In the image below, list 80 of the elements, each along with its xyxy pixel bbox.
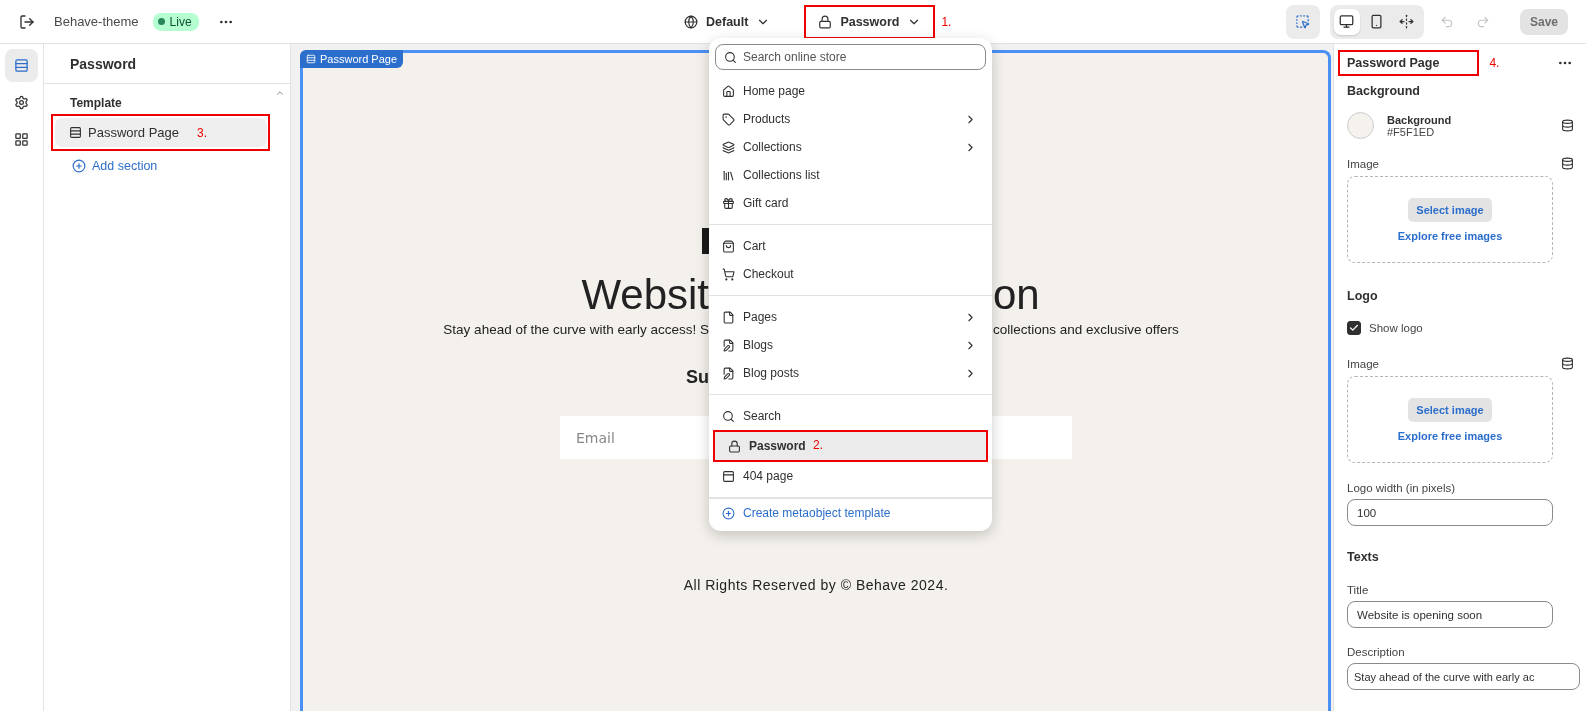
menu-item[interactable]: Blogs xyxy=(709,331,992,359)
desktop-icon[interactable] xyxy=(1333,8,1360,35)
field-label: Image xyxy=(1347,357,1379,370)
template-selector[interactable]: Password xyxy=(810,9,930,35)
lock-icon xyxy=(728,439,741,453)
menu-item[interactable]: Products xyxy=(709,105,992,133)
annotation-number: 1. xyxy=(941,15,952,29)
input-field[interactable]: Website is opening soon xyxy=(1347,601,1553,628)
home-icon xyxy=(722,84,735,98)
settings-title: Password Page xyxy=(1347,56,1440,70)
menu-item[interactable]: Search xyxy=(709,402,992,430)
section-heading: Texts xyxy=(1347,550,1380,564)
check-icon xyxy=(1349,323,1359,333)
field-label: Image xyxy=(1347,157,1379,170)
input-field[interactable]: Stay ahead of the curve with early ac xyxy=(1347,663,1580,690)
menu-item[interactable]: 404 page xyxy=(709,462,992,490)
menu-item[interactable]: Collections list xyxy=(709,161,992,189)
layers-icon xyxy=(722,140,735,154)
create-template-link[interactable]: Create metaobject template xyxy=(709,499,992,527)
color-label: Background xyxy=(1387,113,1452,126)
section-heading: Background xyxy=(1347,84,1421,98)
field-label: Logo width (in pixels) xyxy=(1347,482,1457,494)
select-image-button[interactable]: Select image xyxy=(1408,397,1492,422)
section-heading: Logo xyxy=(1347,289,1379,303)
explore-images-link[interactable]: Explore free images xyxy=(1397,229,1503,242)
menu-item[interactable]: Pages xyxy=(709,303,992,331)
plus-circle-icon xyxy=(72,159,86,173)
theme-selector[interactable]: Default xyxy=(676,9,779,35)
sections-icon[interactable] xyxy=(5,49,38,82)
add-section-link[interactable]: Add section xyxy=(44,151,290,181)
panel-title: Password xyxy=(44,44,290,84)
menu-item[interactable]: Collections xyxy=(709,133,992,161)
lock-icon xyxy=(818,15,833,29)
checkbox[interactable] xyxy=(1347,321,1361,335)
field-label: Title xyxy=(1347,584,1370,596)
footer-text: All Rights Reserved by © Behave 2024. xyxy=(682,577,950,593)
select-image-button[interactable]: Select image xyxy=(1408,197,1492,222)
bag-icon xyxy=(722,239,735,253)
page-description: Stay ahead of the curve with early access! S xyxy=(443,322,709,337)
database-icon[interactable] xyxy=(1561,357,1574,370)
annotation-number: 2. xyxy=(813,438,823,452)
library-icon xyxy=(722,168,735,182)
status-badge: Live xyxy=(152,12,199,31)
menu-item[interactable]: Gift card xyxy=(709,189,992,217)
annotation-number: 3. xyxy=(197,125,207,140)
color-swatch[interactable] xyxy=(1347,112,1374,139)
tag-icon xyxy=(722,112,735,126)
section-icon xyxy=(69,126,82,139)
page-title: on xyxy=(993,274,1041,316)
subscribe-heading: Su xyxy=(686,367,709,388)
logo-drawing xyxy=(702,228,709,254)
section-icon xyxy=(306,54,316,64)
database-icon[interactable] xyxy=(1561,157,1574,170)
gift-icon xyxy=(722,196,735,210)
database-icon[interactable] xyxy=(1561,119,1574,132)
menu-item[interactable]: Cart xyxy=(709,232,992,260)
page-description: collections and exclusive offers xyxy=(993,322,1180,337)
file-edit-icon xyxy=(722,338,735,352)
menu-item[interactable]: Home page xyxy=(709,77,992,105)
search-icon xyxy=(724,51,737,64)
checkbox-label: Show logo xyxy=(1369,322,1423,334)
file-edit-icon xyxy=(722,366,735,380)
plus-circle-icon xyxy=(722,506,735,520)
panel-icon xyxy=(722,469,735,483)
search-field[interactable]: Search online store xyxy=(715,44,986,70)
group-heading: Template xyxy=(70,96,122,110)
file-icon xyxy=(722,310,735,324)
cart-icon xyxy=(722,267,735,281)
field-label: Description xyxy=(1347,646,1406,658)
annotation-number: 4. xyxy=(1489,56,1500,70)
explore-images-link[interactable]: Explore free images xyxy=(1397,429,1503,442)
menu-item[interactable]: Checkout xyxy=(709,260,992,288)
color-value: #F5F1ED xyxy=(1387,125,1435,138)
search-icon xyxy=(722,409,735,423)
input-field[interactable]: 100 xyxy=(1347,499,1553,526)
globe-icon xyxy=(684,15,698,29)
page-title: Websit xyxy=(581,274,709,316)
menu-item[interactable]: Blog posts xyxy=(709,359,992,387)
section-tag: Password Page xyxy=(300,50,404,68)
theme-name: Behave-theme xyxy=(54,14,139,29)
